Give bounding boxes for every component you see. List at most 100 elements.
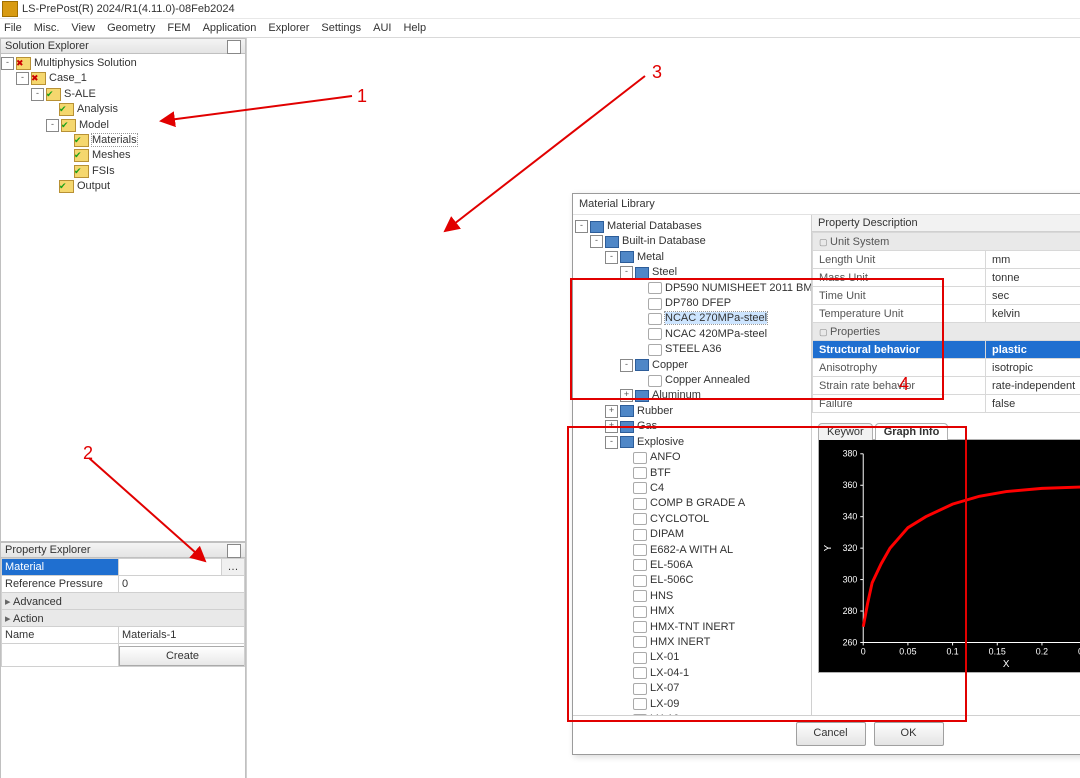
desc-time-val: sec: [986, 287, 1080, 305]
menu-geometry[interactable]: Geometry: [107, 22, 155, 34]
menu-explorer[interactable]: Explorer: [268, 22, 309, 34]
prop-name-key[interactable]: Name: [2, 627, 119, 644]
menu-application[interactable]: Application: [203, 22, 257, 34]
menu-aui[interactable]: AUI: [373, 22, 391, 34]
svg-text:320: 320: [843, 543, 858, 553]
prop-action-section[interactable]: Action: [2, 610, 245, 627]
mat-copper[interactable]: Copper: [652, 359, 688, 371]
material-tag-icon: [648, 344, 662, 356]
material-item[interactable]: COMP B GRADE A: [650, 497, 745, 509]
tree-analysis[interactable]: Analysis: [77, 103, 118, 115]
solution-explorer-body[interactable]: -Multiphysics Solution -Case_1 -S-ALE An…: [0, 54, 246, 542]
prop-refp-key[interactable]: Reference Pressure: [2, 576, 119, 593]
mat-builtin[interactable]: Built-in Database: [622, 235, 706, 247]
material-item[interactable]: EL-506A: [650, 559, 693, 571]
tree-sale[interactable]: S-ALE: [64, 88, 96, 100]
material-item[interactable]: HMX: [650, 605, 674, 617]
material-item[interactable]: LX-09: [650, 698, 679, 710]
svg-text:Y: Y: [823, 544, 834, 551]
mat-steel[interactable]: Steel: [652, 266, 677, 278]
material-tag-icon: [633, 590, 647, 602]
mat-rubber[interactable]: Rubber: [637, 405, 673, 417]
tree-multiphysics[interactable]: Multiphysics Solution: [34, 57, 137, 69]
prop-material-key[interactable]: Material: [2, 559, 119, 576]
material-item[interactable]: ANFO: [650, 451, 681, 463]
menu-fem[interactable]: FEM: [167, 22, 190, 34]
menu-bar[interactable]: File Misc. View Geometry FEM Application…: [0, 19, 1080, 38]
cancel-button[interactable]: Cancel: [796, 722, 866, 746]
tree-toggle[interactable]: -: [31, 88, 44, 101]
property-explorer-header: Property Explorer: [0, 542, 246, 558]
tree-materials[interactable]: Materials: [92, 134, 137, 146]
material-item[interactable]: LX-07: [650, 682, 679, 694]
property-explorer-body[interactable]: Material … Reference Pressure 0 Advanced…: [0, 558, 246, 778]
material-item[interactable]: HNS: [650, 590, 673, 602]
pin-icon[interactable]: [227, 40, 241, 54]
material-item[interactable]: LX-04-1: [650, 667, 689, 679]
mat-explosive[interactable]: Explosive: [637, 436, 684, 448]
menu-help[interactable]: Help: [403, 22, 426, 34]
material-item[interactable]: NCAC 420MPa-steel: [665, 328, 767, 340]
material-item[interactable]: E682-A WITH AL: [650, 544, 733, 556]
menu-settings[interactable]: Settings: [321, 22, 361, 34]
desc-structbehav-key[interactable]: Structural behavior: [813, 341, 986, 359]
menu-file[interactable]: File: [4, 22, 22, 34]
tree-meshes[interactable]: Meshes: [92, 149, 131, 161]
ok-button[interactable]: OK: [874, 722, 944, 746]
folder-icon: [620, 421, 634, 433]
mat-metal[interactable]: Metal: [637, 251, 664, 263]
viewport[interactable]: Material Library ✕ -Material Databases -…: [247, 38, 1080, 778]
tree-toggle[interactable]: -: [1, 57, 14, 70]
tree-toggle[interactable]: -: [46, 119, 59, 132]
prop-material-value[interactable]: [119, 559, 222, 576]
material-item[interactable]: CYCLOTOL: [650, 513, 709, 525]
tree-model[interactable]: Model: [79, 119, 109, 131]
pin-icon[interactable]: [227, 544, 241, 558]
material-item[interactable]: EL-506C: [650, 574, 693, 586]
material-tag-icon: [633, 621, 647, 633]
folder-icon: [620, 436, 634, 448]
tree-fsis[interactable]: FSIs: [92, 165, 115, 177]
create-button[interactable]: Create: [119, 646, 246, 666]
output-icon: [59, 180, 74, 193]
material-item[interactable]: C4: [650, 482, 664, 494]
desc-unitsystem[interactable]: Unit System: [813, 233, 1080, 251]
tree-output[interactable]: Output: [77, 180, 110, 192]
desc-failure-key: Failure: [813, 395, 986, 413]
prop-name-value[interactable]: Materials-1: [119, 627, 245, 644]
prop-advanced-section[interactable]: Advanced: [2, 593, 245, 610]
material-item[interactable]: LX-01: [650, 651, 679, 663]
material-item[interactable]: LX-10: [650, 713, 679, 715]
prop-refp-value[interactable]: 0: [119, 576, 245, 593]
svg-text:380: 380: [843, 449, 858, 459]
material-item[interactable]: Copper Annealed: [665, 374, 750, 386]
prop-material-browse[interactable]: …: [222, 559, 245, 576]
tree-toggle[interactable]: -: [16, 72, 29, 85]
material-item[interactable]: DP590 NUMISHEET 2011 BM3: [665, 282, 812, 294]
tree-case[interactable]: Case_1: [49, 72, 87, 84]
svg-text:0.2: 0.2: [1036, 646, 1048, 656]
material-tree[interactable]: -Material Databases -Built-in Database -…: [573, 215, 812, 715]
svg-text:0.05: 0.05: [899, 646, 916, 656]
materials-icon: [74, 134, 89, 147]
menu-view[interactable]: View: [71, 22, 95, 34]
folder-icon: [620, 405, 634, 417]
material-item[interactable]: HMX INERT: [650, 636, 710, 648]
menu-misc[interactable]: Misc.: [34, 22, 60, 34]
desc-properties[interactable]: Properties: [813, 323, 1080, 341]
mat-gas[interactable]: Gas: [637, 420, 657, 432]
material-item[interactable]: HMX-TNT INERT: [650, 621, 735, 633]
tab-graph-info[interactable]: Graph Info: [875, 423, 949, 440]
mat-root[interactable]: Material Databases: [607, 220, 702, 232]
chart-area[interactable]: 26028030032034036038000.050.10.150.20.25…: [819, 440, 1080, 672]
tab-keyword[interactable]: Keywor: [818, 423, 873, 440]
graph-panel: 26028030032034036038000.050.10.150.20.25…: [818, 439, 1080, 673]
material-item[interactable]: STEEL A36: [665, 343, 721, 355]
property-description-grid[interactable]: Unit System Length Unitmm Mass Unittonne…: [812, 232, 1080, 413]
material-item[interactable]: BTF: [650, 467, 671, 479]
material-item[interactable]: DP780 DFEP: [665, 297, 731, 309]
desc-structbehav-val[interactable]: plastic: [986, 341, 1080, 359]
material-item[interactable]: DIPAM: [650, 528, 684, 540]
material-item[interactable]: NCAC 270MPa-steel: [665, 312, 767, 324]
mat-aluminum[interactable]: Aluminum: [652, 389, 701, 401]
